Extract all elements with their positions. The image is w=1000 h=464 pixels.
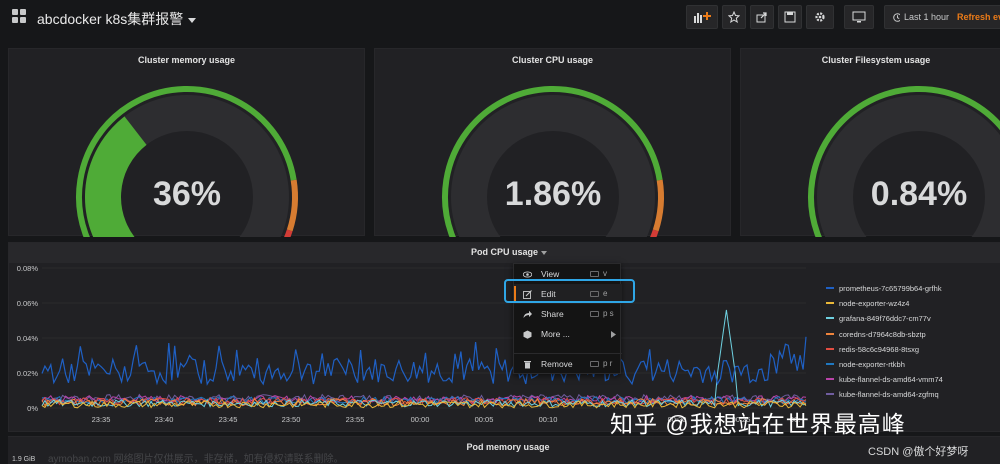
legend-swatch (826, 317, 834, 319)
legend-item[interactable]: kube-flannel-ds-amd64-zgfmq (826, 390, 1000, 405)
series-line-0 (42, 337, 806, 384)
x-tick-label: 23:45 (219, 415, 238, 424)
legend-item[interactable]: prometheus-7c65799b64-grfhk (826, 284, 1000, 299)
gauge-value: 1.86% (505, 175, 601, 213)
legend-swatch (826, 333, 834, 335)
chevron-down-icon (188, 18, 196, 23)
watermark-text: aymoban.com 网络图片仅供展示，非存储，如有侵权请联系删除。 (48, 450, 344, 464)
chart-legend: prometheus-7c65799b64-grfhk node-exporter… (826, 284, 1000, 406)
zhihu-watermark: 知乎 @我想站在世界最高峰 (610, 405, 906, 439)
menu-item-shortcut: p s (603, 309, 614, 318)
star-icon (728, 11, 740, 23)
top-bar: abcdocker k8s集群报警 Last 1 hour Refresh ev (0, 0, 1000, 34)
add-panel-icon (693, 11, 711, 23)
chevron-right-icon (611, 331, 616, 338)
legend-swatch (826, 393, 834, 395)
legend-item[interactable]: kube-flannel-ds-amd64-vmm74 (826, 375, 1000, 390)
edit-highlight-box (504, 279, 635, 303)
filesystem-gauge: 0.84% (741, 49, 1000, 237)
cpu-gauge-panel: Cluster CPU usage 1.86% (374, 48, 731, 236)
menu-item-share[interactable]: Share p s (514, 304, 622, 324)
series-line-2 (42, 310, 806, 407)
pod-cpu-chart: 0.08% 0.06% 0.04% 0.02% 0% 23:35 23:40 23:45 23:… (0, 258, 820, 428)
share-icon (523, 310, 532, 319)
time-picker-button[interactable]: Last 1 hour Refresh ev (884, 5, 1000, 29)
legend-label: kube-flannel-ds-amd64-vmm74 (839, 375, 943, 384)
x-tick-label: 23:55 (346, 415, 365, 424)
share-dashboard-button[interactable] (750, 5, 774, 29)
x-tick-label: 00:10 (539, 415, 558, 424)
legend-item[interactable]: node-exporter-wz4z4 (826, 299, 1000, 314)
settings-button[interactable] (806, 5, 834, 29)
menu-item-more[interactable]: More ... (514, 324, 622, 344)
y-tick-label: 1.9 GiB (12, 456, 35, 463)
x-tick-label: 23:40 (155, 415, 174, 424)
tv-icon (852, 11, 866, 23)
dashboard-title[interactable]: abcdocker k8s集群报警 (37, 9, 196, 29)
x-tick-label: 00:00 (411, 415, 430, 424)
menu-item-label: More ... (541, 329, 570, 339)
gear-icon (814, 11, 826, 23)
clock-icon (893, 13, 900, 22)
time-range-label: Last 1 hour (904, 12, 949, 22)
gauge-value: 36% (153, 175, 221, 213)
save-dashboard-button[interactable] (778, 5, 802, 29)
menu-item-shortcut: p r (603, 359, 612, 368)
share-icon (756, 11, 768, 23)
legend-swatch (826, 363, 834, 365)
legend-swatch (826, 378, 834, 380)
panel-title-text: Pod CPU usage (471, 247, 538, 257)
memory-gauge: 36% (9, 49, 366, 237)
x-tick-label: 23:50 (282, 415, 301, 424)
legend-swatch (826, 348, 834, 350)
filesystem-gauge-panel: Cluster Filesystem usage 0.84% (740, 48, 1000, 236)
menu-item-remove[interactable]: Remove p r (514, 354, 622, 374)
y-tick-label: 0.04% (17, 334, 39, 343)
y-tick-label: 0.06% (17, 299, 39, 308)
keyboard-icon (590, 361, 599, 367)
legend-swatch (826, 287, 834, 289)
menu-item-shortcut: v (603, 269, 607, 278)
panel-title[interactable]: Pod CPU usage (9, 247, 1000, 257)
x-tick-label: 00:05 (475, 415, 494, 424)
legend-label: prometheus-7c65799b64-grfhk (839, 284, 942, 293)
legend-label: redis-58c6c94968-8tsxg (839, 345, 919, 354)
y-tick-label: 0.02% (17, 369, 39, 378)
legend-item[interactable]: node-exporter-rtkbh (826, 360, 1000, 375)
cube-icon (523, 330, 532, 339)
dashboard-grid-icon[interactable] (12, 9, 27, 24)
save-icon (784, 11, 796, 23)
menu-item-label: Remove (541, 359, 573, 369)
keyboard-icon (590, 311, 599, 317)
menu-item-label: Share (541, 309, 564, 319)
keyboard-icon (590, 271, 599, 277)
legend-label: grafana-849f76ddc7-cm77v (839, 314, 931, 323)
eye-icon (523, 270, 532, 279)
legend-label: kube-flannel-ds-amd64-zgfmq (839, 390, 939, 399)
dashboard-title-text: abcdocker k8s集群报警 (37, 11, 183, 27)
star-button[interactable] (722, 5, 746, 29)
legend-item[interactable]: redis-58c6c94968-8tsxg (826, 345, 1000, 360)
add-panel-button[interactable] (686, 5, 718, 29)
legend-label: coredns-d7964c8db-sbztp (839, 330, 926, 339)
y-tick-label: 0% (27, 404, 38, 413)
legend-swatch (826, 302, 834, 304)
gauge-value: 0.84% (871, 175, 967, 213)
menu-item-label: View (541, 269, 559, 279)
y-tick-label: 0.08% (17, 264, 39, 273)
legend-label: node-exporter-wz4z4 (839, 299, 909, 308)
chevron-down-icon (541, 251, 547, 255)
legend-item[interactable]: grafana-849f76ddc7-cm77v (826, 314, 1000, 329)
x-tick-label: 23:35 (92, 415, 111, 424)
trash-icon (523, 360, 532, 369)
tv-mode-button[interactable] (844, 5, 874, 29)
csdn-watermark: CSDN @傲个好梦呀 (868, 443, 968, 459)
refresh-label: Refresh ev (957, 12, 1000, 22)
memory-gauge-panel: Cluster memory usage 36% (8, 48, 365, 236)
legend-item[interactable]: coredns-d7964c8db-sbztp (826, 330, 1000, 345)
legend-label: node-exporter-rtkbh (839, 360, 905, 369)
cpu-gauge: 1.86% (375, 49, 732, 237)
gauge-value-arc (103, 131, 136, 237)
